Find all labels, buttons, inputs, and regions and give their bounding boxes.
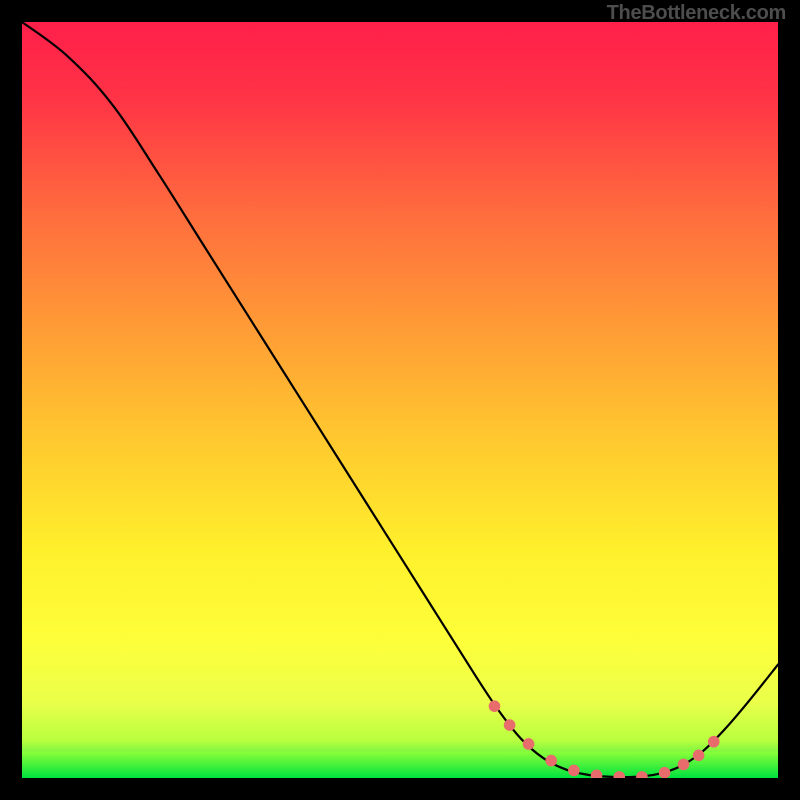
chart-plot <box>22 22 778 778</box>
chart-frame: { "attribution": "TheBottleneck.com", "c… <box>0 0 800 800</box>
marker-dot <box>693 750 705 762</box>
marker-dot <box>568 765 580 777</box>
marker-dot <box>678 759 690 771</box>
marker-dot <box>545 755 557 767</box>
marker-dot <box>504 719 516 731</box>
marker-dot <box>523 738 535 750</box>
marker-dot <box>708 736 720 748</box>
marker-dot <box>489 700 501 712</box>
chart-svg <box>22 22 778 778</box>
gradient-background <box>22 22 778 778</box>
marker-dot <box>659 767 671 778</box>
